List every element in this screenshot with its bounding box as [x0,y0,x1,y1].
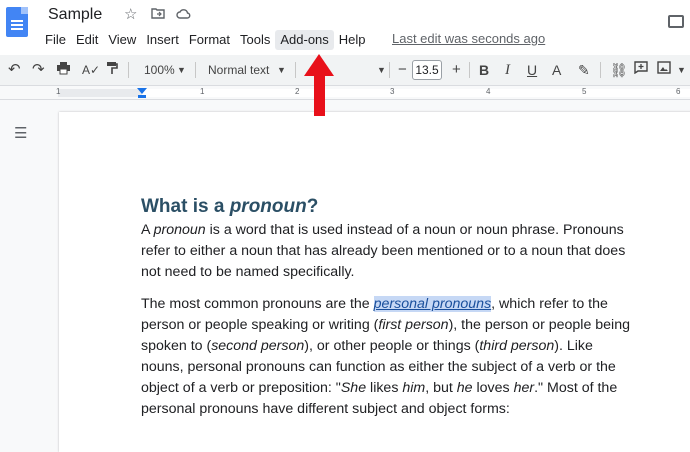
ruler-number: 5 [582,87,587,96]
paragraph-2: The most common pronouns are the persona… [141,296,630,417]
spellcheck-icon[interactable]: A✓ [82,61,100,79]
insert-image-icon[interactable] [657,61,671,79]
menu-insert[interactable]: Insert [141,30,184,50]
annotation-arrow-icon [304,54,334,76]
ruler-number: 6 [676,87,681,96]
highlight-color-icon[interactable]: ✎ [578,61,590,79]
paragraph-style-select[interactable]: Normal text [208,61,269,79]
ruler-number: 1 [56,87,61,96]
paint-format-icon[interactable] [106,61,118,80]
ruler-number: 2 [295,87,300,96]
docs-logo-icon[interactable] [6,7,28,37]
cloud-status-icon[interactable] [176,7,191,22]
menu-tools[interactable]: Tools [235,30,275,50]
personal-pronouns-link[interactable]: personal pronouns [373,296,492,312]
text-color-button[interactable]: A [552,61,561,79]
zoom-chevron-down-icon: ▼ [177,65,186,75]
comments-icon[interactable] [668,15,684,28]
decrease-font-size-button[interactable]: − [398,61,407,79]
insert-link-icon[interactable]: ⛓ [610,61,628,79]
document-content[interactable]: What is a pronoun? A pronoun is a word t… [141,196,690,431]
print-icon[interactable] [56,61,71,80]
italic-button[interactable]: I [505,61,510,79]
annotation-arrow-shaft [314,74,325,116]
bold-button[interactable]: B [479,61,489,79]
document-outline-icon[interactable]: ☰ [14,124,27,142]
menu-bar: File Edit View Insert Format Tools Add-o… [40,30,371,50]
first-line-indent-marker[interactable] [138,95,146,98]
underline-button[interactable]: U [527,61,537,79]
ruler-number: 4 [486,87,491,96]
document-heading: What is a pronoun? [141,196,319,217]
redo-icon[interactable]: ↷ [32,61,45,79]
ruler-number: 1 [200,87,205,96]
menu-format[interactable]: Format [184,30,235,50]
menu-view[interactable]: View [103,30,141,50]
increase-font-size-button[interactable]: + [452,61,461,79]
undo-icon[interactable]: ↶ [8,61,21,79]
zoom-select[interactable]: 100% [144,61,175,79]
move-folder-icon[interactable] [151,7,165,22]
star-icon[interactable]: ☆ [124,5,137,23]
menu-add-ons[interactable]: Add-ons [275,30,334,50]
last-edit-link[interactable]: Last edit was seconds ago [392,31,545,46]
ruler-number: 3 [390,87,395,96]
document-title[interactable]: Sample [48,6,102,24]
docs-header: Sample ☆ File Edit View Insert Format To… [0,0,690,55]
paragraph-1: A pronoun is a word that is used instead… [141,222,626,280]
indent-marker-icon[interactable] [137,88,147,94]
font-chevron-down-icon: ▼ [377,65,386,75]
menu-file[interactable]: File [40,30,71,50]
font-size-input[interactable]: 13.5 [412,60,442,80]
image-chevron-down-icon: ▼ [677,65,686,75]
menu-help[interactable]: Help [334,30,371,50]
formatting-toolbar: ↶ ↷ A✓ 100% ▼ Normal text ▼ ▼ − 13.5 + B… [0,55,690,86]
add-comment-icon[interactable] [634,61,648,79]
menu-edit[interactable]: Edit [71,30,103,50]
style-chevron-down-icon: ▼ [277,65,286,75]
ruler[interactable]: 1 1 2 3 4 5 6 [0,86,690,100]
